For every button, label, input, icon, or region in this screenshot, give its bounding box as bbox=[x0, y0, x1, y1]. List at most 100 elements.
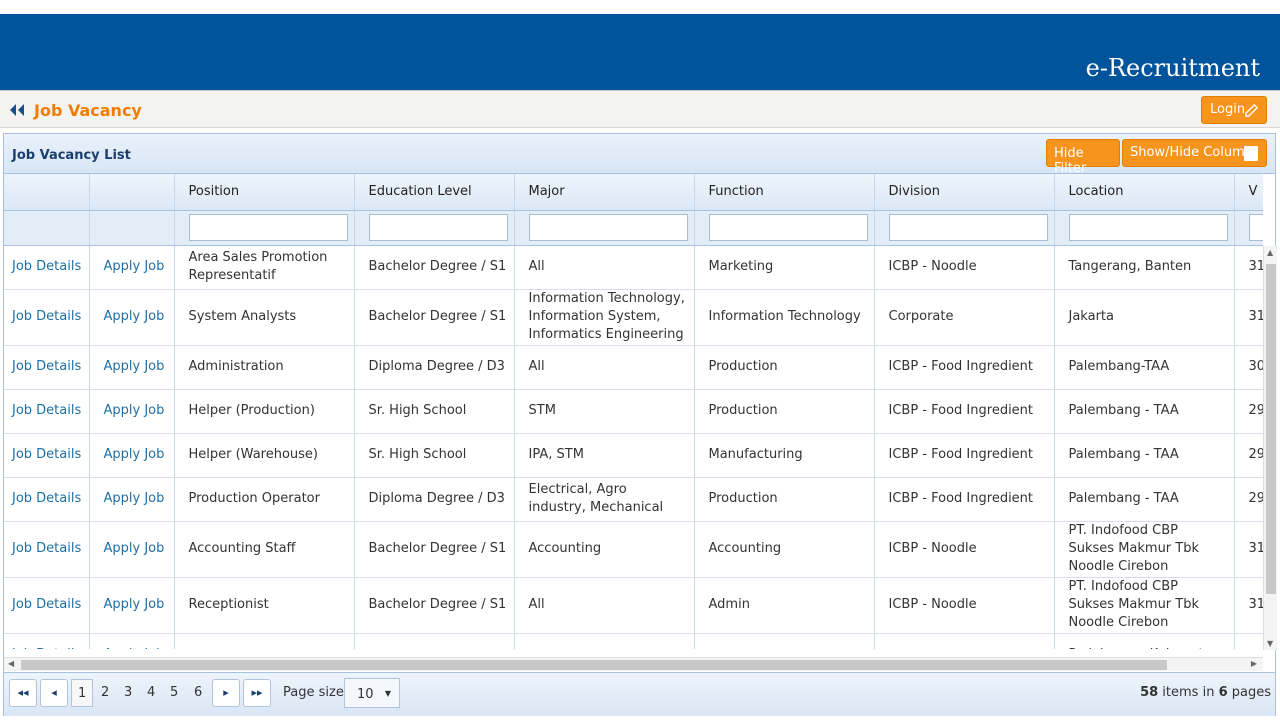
filter-v-input[interactable] bbox=[1248, 214, 1263, 241]
filter-function-input[interactable] bbox=[708, 214, 868, 241]
page-6-link[interactable]: 6 bbox=[194, 685, 202, 700]
cell-position bbox=[174, 633, 355, 649]
login-button[interactable]: Login bbox=[1201, 96, 1267, 124]
job-details-link[interactable]: Job Details bbox=[4, 289, 90, 346]
apply-job-link[interactable]: Apply Job bbox=[89, 345, 175, 390]
cell-function: Admin bbox=[694, 577, 875, 634]
job-details-link[interactable]: Job Details bbox=[4, 245, 90, 290]
scroll-up-arrow-icon[interactable]: ▲ bbox=[1267, 248, 1273, 257]
filter-position-input[interactable] bbox=[188, 214, 348, 241]
table-row: Job Details Apply Job Helper (Production) S… bbox=[4, 389, 1263, 434]
page-1-link[interactable]: 1 bbox=[71, 679, 93, 707]
cell-division: ICBP - Food Ingredient bbox=[874, 477, 1055, 522]
page-5-link[interactable]: 5 bbox=[170, 685, 178, 700]
filter-location-input[interactable] bbox=[1068, 214, 1228, 241]
apply-job-link[interactable]: Apply Job bbox=[89, 433, 175, 478]
filter-major-input[interactable] bbox=[528, 214, 688, 241]
job-details-link[interactable]: Job Details bbox=[4, 633, 90, 649]
cell-v: 29 bbox=[1234, 389, 1263, 434]
job-details-link[interactable]: Job Details bbox=[4, 577, 90, 634]
prev-page-button[interactable]: ◂ bbox=[40, 679, 68, 707]
cell-division: ICBP - Food Ingredient bbox=[874, 345, 1055, 390]
cell-division: ICBP - Food Ingredient bbox=[874, 389, 1055, 434]
first-page-button[interactable]: ◂◂ bbox=[9, 679, 37, 707]
col-header-location[interactable]: Location bbox=[1054, 174, 1235, 211]
cell-v: 29 bbox=[1234, 433, 1263, 478]
page-4-link[interactable]: 4 bbox=[147, 685, 155, 700]
pager: ◂◂ ◂ 1 2 3 4 5 6 ▸ ▸▸ Page size: 10 ▼ 58… bbox=[4, 672, 1275, 716]
col-header-education[interactable]: Education Level bbox=[354, 174, 515, 211]
vertical-scroll-thumb[interactable] bbox=[1266, 264, 1276, 594]
pages-count: 6 bbox=[1218, 685, 1228, 700]
col-header-major[interactable]: Major bbox=[514, 174, 695, 211]
table-row: Job Details Apply Job Area Sales Promotion… bbox=[4, 245, 1263, 290]
filter-education-input[interactable] bbox=[368, 214, 508, 241]
job-details-link[interactable]: Job Details bbox=[4, 345, 90, 390]
cell-location: Palembang - TAA bbox=[1054, 389, 1235, 434]
col-header-function[interactable]: Function bbox=[694, 174, 875, 211]
cell-education: Bachelor Degree / S1 bbox=[354, 245, 515, 290]
table-row: Job Details Apply Job Accounting Staff Bach… bbox=[4, 521, 1263, 578]
cell-v: 31 bbox=[1234, 521, 1263, 578]
cell-education: Diploma Degree / D3 bbox=[354, 345, 515, 390]
cell-division: ICBP - Noodle bbox=[874, 577, 1055, 634]
job-details-link[interactable]: Job Details bbox=[4, 477, 90, 522]
apply-job-link[interactable]: Apply Job bbox=[89, 289, 175, 346]
cell-education: Bachelor Degree / S1 bbox=[354, 521, 515, 578]
scroll-right-arrow-icon[interactable]: ▶ bbox=[1251, 659, 1257, 668]
page-3-link[interactable]: 3 bbox=[124, 685, 132, 700]
job-vacancy-panel: Job Vacancy List Hide Filter Show/Hide C… bbox=[3, 133, 1277, 716]
apply-job-link[interactable]: Apply Job bbox=[89, 389, 175, 434]
last-page-button[interactable]: ▸▸ bbox=[243, 679, 271, 707]
cell-major: Information Technology, Information Syst… bbox=[514, 289, 695, 346]
job-details-link[interactable]: Job Details bbox=[4, 389, 90, 434]
panel-title: Job Vacancy List bbox=[12, 148, 131, 163]
horizontal-scrollbar[interactable]: ◀ ▶ bbox=[4, 657, 1263, 671]
cell-location: Jakarta bbox=[1054, 289, 1235, 346]
cell-division: ICBP - Noodle bbox=[874, 521, 1055, 578]
page-size-select[interactable]: 10 ▼ bbox=[344, 678, 400, 708]
header-banner: e-Recruitment bbox=[0, 14, 1280, 90]
scroll-left-arrow-icon[interactable]: ◀ bbox=[8, 659, 14, 668]
cell-function: Production bbox=[694, 477, 875, 522]
show-hide-column-button[interactable]: Show/Hide Column bbox=[1122, 139, 1267, 167]
cell-position: Helper (Warehouse) bbox=[174, 433, 355, 478]
apply-job-link[interactable]: Apply Job bbox=[89, 477, 175, 522]
apply-job-link[interactable]: Apply Job bbox=[89, 521, 175, 578]
cell-function: Accounting bbox=[694, 521, 875, 578]
cell-education: Bachelor Degree / S1 bbox=[354, 289, 515, 346]
table-row: Job Details Apply Job Production Operator D… bbox=[4, 477, 1263, 522]
cell-major: IPA, STM bbox=[514, 433, 695, 478]
apply-job-link[interactable]: Apply Job bbox=[89, 577, 175, 634]
horizontal-scroll-thumb[interactable] bbox=[21, 660, 1167, 670]
col-header-v[interactable]: V bbox=[1234, 174, 1263, 211]
page-title: Job Vacancy bbox=[34, 101, 142, 120]
scroll-down-arrow-icon[interactable]: ▼ bbox=[1267, 639, 1273, 648]
cell-major: STM bbox=[514, 389, 695, 434]
cell-function: Marketing bbox=[694, 245, 875, 290]
hide-filter-button[interactable]: Hide Filter bbox=[1046, 139, 1120, 176]
job-details-link[interactable]: Job Details bbox=[4, 433, 90, 478]
job-details-link[interactable]: Job Details bbox=[4, 521, 90, 578]
table-row: Job DetailsApply Job Padalarang, Kabupate… bbox=[4, 633, 1263, 649]
next-page-button[interactable]: ▸ bbox=[212, 679, 240, 707]
cell-location: Padalarang, Kabupaten bbox=[1054, 633, 1235, 649]
cell-position: Receptionist bbox=[174, 577, 355, 634]
apply-job-link[interactable]: Apply Job bbox=[89, 245, 175, 290]
page-2-link[interactable]: 2 bbox=[101, 685, 109, 700]
cell-major: Electrical, Agro industry, Mechanical bbox=[514, 477, 695, 522]
page-size-label: Page size: bbox=[283, 685, 349, 700]
col-header-blank bbox=[89, 174, 175, 211]
vertical-scrollbar[interactable]: ▲ ▼ bbox=[1263, 246, 1277, 650]
apply-job-link[interactable]: Apply Job bbox=[89, 633, 175, 649]
cell-education bbox=[354, 633, 515, 649]
filter-division-input[interactable] bbox=[888, 214, 1048, 241]
double-chevron-left-icon[interactable] bbox=[9, 103, 25, 117]
cell-position: Production Operator bbox=[174, 477, 355, 522]
col-header-position[interactable]: Position bbox=[174, 174, 355, 211]
col-header-division[interactable]: Division bbox=[874, 174, 1055, 211]
cell-function: Manufacturing bbox=[694, 433, 875, 478]
cell-major: All bbox=[514, 577, 695, 634]
panel-header: Job Vacancy List Hide Filter Show/Hide C… bbox=[4, 134, 1275, 176]
items-count: 58 bbox=[1140, 685, 1159, 700]
